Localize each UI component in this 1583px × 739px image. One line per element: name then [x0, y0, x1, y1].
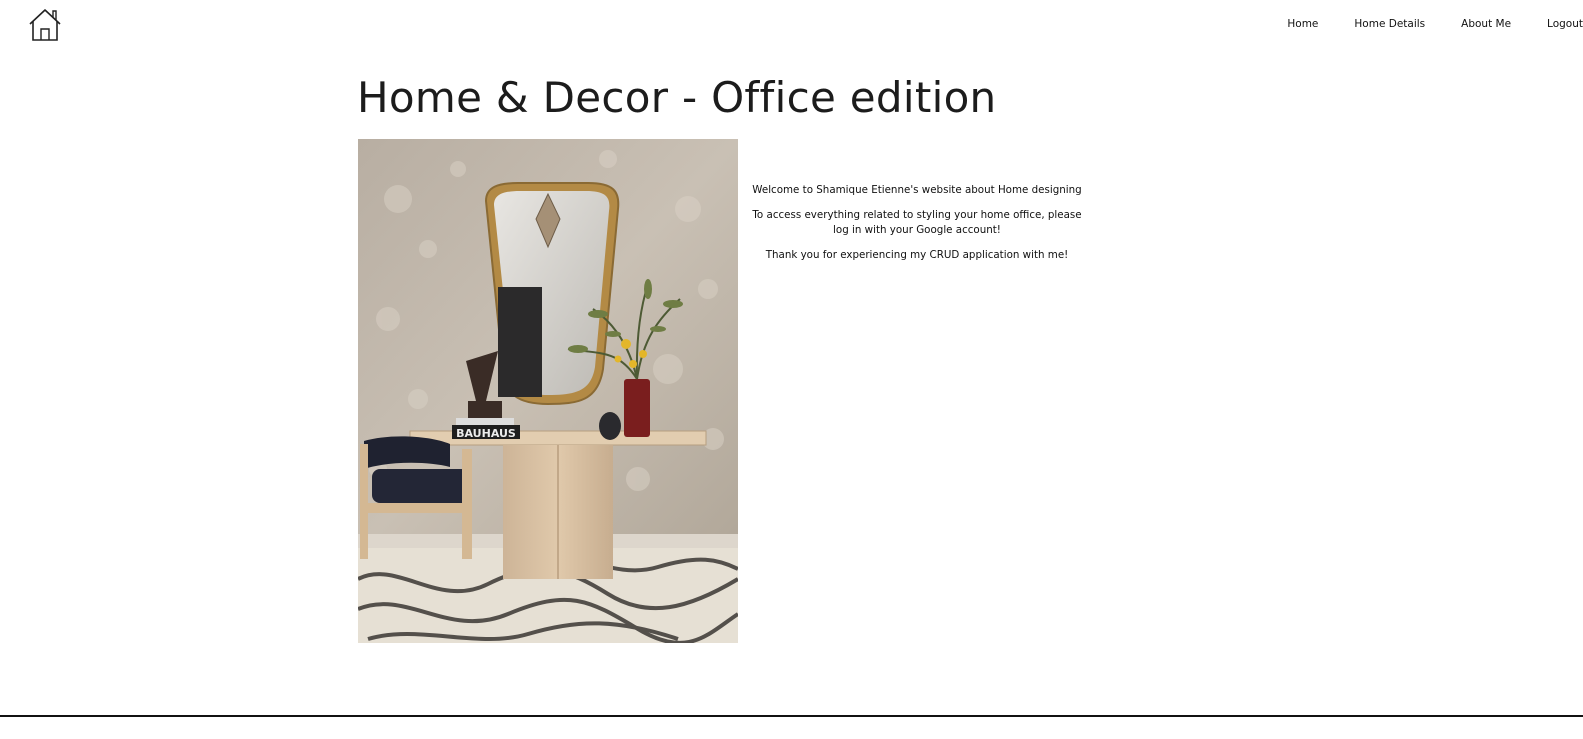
nav-home[interactable]: Home [1287, 17, 1318, 31]
nav-logout[interactable]: Logout [1547, 17, 1583, 31]
nav-home-details[interactable]: Home Details [1354, 17, 1425, 31]
intro-welcome: Welcome to Shamique Etienne's website ab… [752, 184, 1082, 196]
intro-text: Welcome to Shamique Etienne's website ab… [748, 183, 1086, 273]
page-title: Home & Decor - Office edition [357, 73, 997, 122]
intro-login-prompt: To access everything related to styling … [752, 209, 1082, 236]
site-header: Home Home Details About Me Logout [0, 0, 1583, 52]
office-interior-image: BAUHAUS [358, 139, 738, 643]
footer-divider [0, 715, 1583, 717]
nav-about-me[interactable]: About Me [1461, 17, 1511, 31]
home-logo-icon[interactable] [27, 8, 63, 42]
intro-thanks: Thank you for experiencing my CRUD appli… [765, 249, 1069, 261]
book-spine-label: BAUHAUS [456, 427, 516, 440]
main-nav: Home Home Details About Me Logout [1287, 17, 1583, 31]
